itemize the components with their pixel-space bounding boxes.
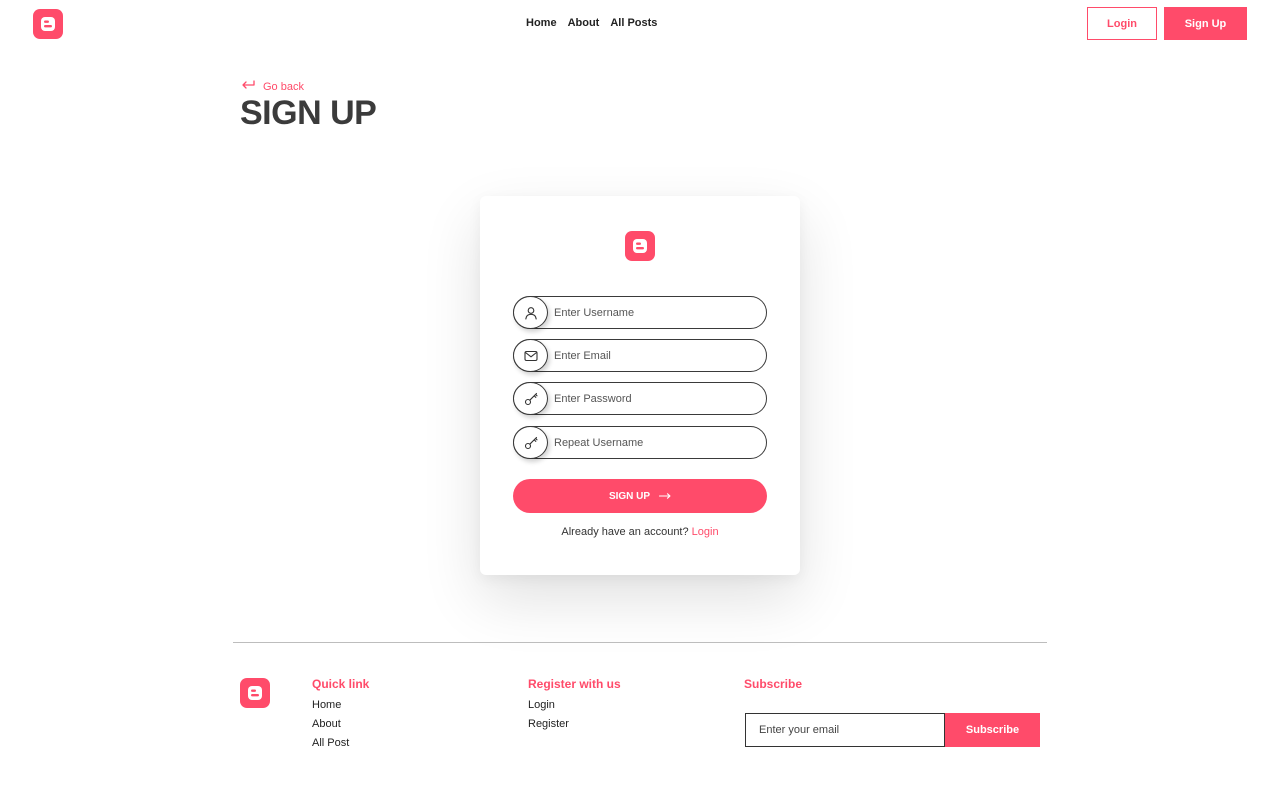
email-field-group <box>513 339 767 372</box>
signup-submit-button[interactable]: SIGN UP <box>513 479 767 513</box>
username-input[interactable] <box>554 297 759 328</box>
nav-home-link[interactable]: Home <box>526 17 557 29</box>
header-login-button[interactable]: Login <box>1087 7 1157 40</box>
footer-login-link[interactable]: Login <box>528 698 621 712</box>
go-back-link[interactable]: Go back <box>241 80 304 93</box>
header: Home About All Posts Login Sign Up <box>0 0 1280 48</box>
key-icon <box>513 382 548 415</box>
blogger-logo-icon[interactable] <box>33 9 63 39</box>
main-nav: Home About All Posts <box>526 17 657 29</box>
footer-quick-links: Quick link Home About All Post <box>312 677 369 755</box>
page-title: SIGN UP <box>240 94 377 132</box>
login-prompt-text: Already have an account? <box>561 526 689 538</box>
footer-register: Register with us Login Register <box>528 677 621 736</box>
login-prompt: Already have an account? Login <box>480 526 800 538</box>
repeat-input[interactable] <box>554 427 759 458</box>
nav-about-link[interactable]: About <box>568 17 600 29</box>
header-signup-button[interactable]: Sign Up <box>1164 7 1247 40</box>
card-login-link[interactable]: Login <box>692 526 719 538</box>
arrow-right-icon <box>659 491 671 502</box>
quick-links-heading: Quick link <box>312 677 370 691</box>
footer-all-post-link[interactable]: All Post <box>312 736 369 750</box>
blogger-logo-icon <box>240 678 270 708</box>
key-icon <box>513 426 548 459</box>
password-input[interactable] <box>554 383 759 414</box>
repeat-field-group <box>513 426 767 459</box>
user-icon <box>513 296 548 329</box>
footer-about-link[interactable]: About <box>312 717 369 731</box>
email-input[interactable] <box>554 340 759 371</box>
subscribe-heading: Subscribe <box>744 677 803 691</box>
mail-icon <box>513 339 548 372</box>
return-arrow-icon <box>241 80 255 93</box>
go-back-label: Go back <box>263 80 304 93</box>
footer-register-link[interactable]: Register <box>528 717 621 731</box>
username-field-group <box>513 296 767 329</box>
nav-all-posts-link[interactable]: All Posts <box>610 17 657 29</box>
register-heading: Register with us <box>528 677 621 691</box>
footer-subscribe: Subscribe <box>744 677 802 698</box>
footer-divider <box>233 642 1047 643</box>
password-field-group <box>513 382 767 415</box>
footer-home-link[interactable]: Home <box>312 698 369 712</box>
signup-card: SIGN UP Already have an account? Login <box>480 196 800 575</box>
blogger-logo-icon <box>625 231 655 261</box>
signup-submit-label: SIGN UP <box>608 490 651 502</box>
subscribe-email-input[interactable] <box>745 713 945 747</box>
subscribe-button[interactable]: Subscribe <box>945 713 1040 747</box>
